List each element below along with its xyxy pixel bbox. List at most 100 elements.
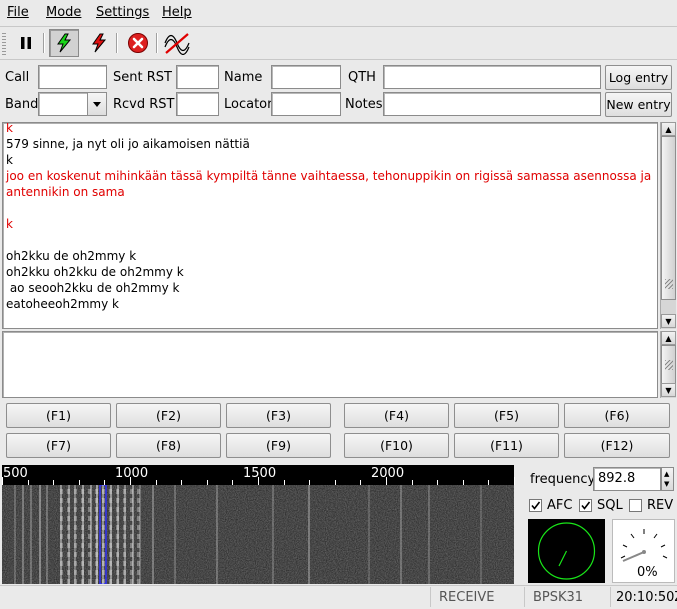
spectrum-button[interactable] <box>162 29 192 57</box>
waterfall-dot <box>81 570 84 575</box>
rx-text-line <box>3 232 655 248</box>
waterfall-dot <box>137 507 140 512</box>
waterfall-trace <box>272 485 274 584</box>
waterfall-dot <box>74 579 77 584</box>
waterfall-dot <box>130 579 133 584</box>
macro-f9-button[interactable]: (F9) <box>226 433 331 458</box>
tx-text-area[interactable] <box>2 331 658 398</box>
menu-file[interactable]: File <box>7 5 29 20</box>
waterfall-trace <box>22 485 24 584</box>
waterfall-trace <box>14 485 16 584</box>
sql-checkbox[interactable] <box>579 499 592 512</box>
macro-f7-button[interactable]: (F7) <box>6 433 111 458</box>
waterfall-trace <box>308 485 310 584</box>
scroll-down-button[interactable]: ▼ <box>661 383 676 397</box>
waterfall-dot <box>123 561 126 566</box>
waterfall-trace <box>216 485 218 584</box>
macro-f6-button[interactable]: (F6) <box>564 403 670 428</box>
waterfall-dot <box>95 498 98 503</box>
waterfall-dot <box>95 543 98 548</box>
macro-f11-button[interactable]: (F11) <box>454 433 559 458</box>
status-divider <box>0 585 677 586</box>
waterfall-dot <box>109 507 112 512</box>
waterfall-dot <box>95 552 98 557</box>
locator-field[interactable] <box>271 92 341 116</box>
menu-help[interactable]: Help <box>162 5 192 20</box>
rcvd-rst-label: Rcvd RST <box>113 97 175 112</box>
tx-scrollbar[interactable]: ▲ ▼ <box>660 331 676 398</box>
waterfall-dot <box>116 534 119 539</box>
waterfall-dot <box>123 534 126 539</box>
rx-text-line: eatoheeoh2mmy k <box>6 297 119 311</box>
waterfall-dot <box>74 570 77 575</box>
frequency-spinbox[interactable]: 892.8 <box>593 467 661 491</box>
macro-f4-button[interactable]: (F4) <box>344 403 449 428</box>
waterfall-dot <box>60 507 63 512</box>
status-mode: BPSK31 <box>524 587 610 607</box>
rcvd-rst-field[interactable] <box>176 92 219 116</box>
macro-f8-button[interactable]: (F8) <box>116 433 221 458</box>
waterfall-dot <box>95 516 98 521</box>
scroll-up-button[interactable]: ▲ <box>661 331 676 345</box>
band-combo[interactable] <box>38 92 88 116</box>
macro-f5-button[interactable]: (F5) <box>454 403 559 428</box>
waterfall-dot <box>67 525 70 530</box>
waterfall-dot <box>67 489 70 494</box>
waterfall-dot <box>130 516 133 521</box>
qth-field[interactable] <box>383 65 601 89</box>
meter-value: 0% <box>637 565 658 580</box>
name-field[interactable] <box>271 65 341 89</box>
waterfall-trace <box>480 485 482 584</box>
scroll-down-button[interactable]: ▼ <box>661 314 676 328</box>
macro-f3-button[interactable]: (F3) <box>226 403 331 428</box>
waterfall-dot <box>116 579 119 584</box>
sent-rst-field[interactable] <box>176 65 219 89</box>
waterfall-dot <box>60 579 63 584</box>
waterfall-ruler[interactable]: 500 1000 1500 2000 <box>2 465 515 485</box>
notes-field[interactable] <box>383 92 601 116</box>
rev-checkbox[interactable] <box>629 499 642 512</box>
waterfall-dot <box>109 561 112 566</box>
call-field[interactable] <box>38 65 107 89</box>
frequency-spin-buttons[interactable]: ▲ ▼ <box>661 467 674 491</box>
waterfall-dot <box>88 543 91 548</box>
waterfall-dot <box>95 570 98 575</box>
macro-f10-button[interactable]: (F10) <box>344 433 449 458</box>
waterfall-dot <box>95 525 98 530</box>
tx-lightning-green-icon <box>57 33 72 53</box>
log-entry-button[interactable]: Log entry <box>605 65 672 90</box>
waterfall-dot <box>74 498 77 503</box>
transmit-button[interactable] <box>84 29 114 57</box>
waterfall-display[interactable] <box>2 485 514 584</box>
scroll-up-button[interactable]: ▲ <box>661 122 676 136</box>
new-entry-button[interactable]: New entry <box>605 92 672 117</box>
pause-button[interactable] <box>11 29 41 57</box>
waterfall-trace <box>428 485 430 584</box>
menu-settings[interactable]: Settings <box>96 5 149 20</box>
spin-up-icon[interactable]: ▲ <box>664 470 669 478</box>
waterfall-dot <box>109 570 112 575</box>
rx-text-area[interactable]: k 579 sinne, ja nyt oli jo aikamoisen nät… <box>2 122 658 329</box>
chevron-down-icon <box>93 102 101 107</box>
waterfall-dot <box>67 498 70 503</box>
receive-button[interactable] <box>49 29 79 57</box>
waterfall-dot <box>116 552 119 557</box>
tx-scroll-thumb[interactable] <box>661 345 676 384</box>
waterfall-dot <box>74 561 77 566</box>
menu-mode[interactable]: Mode <box>46 5 81 20</box>
rx-scrollbar[interactable]: ▲ ▼ <box>660 122 676 329</box>
spin-down-icon[interactable]: ▼ <box>664 480 669 488</box>
waterfall-dot <box>60 552 63 557</box>
toolbar <box>0 27 677 60</box>
macro-f1-button[interactable]: (F1) <box>6 403 111 428</box>
waterfall-dot <box>81 561 84 566</box>
rx-scroll-thumb[interactable] <box>661 136 676 300</box>
ruler-tick <box>130 477 131 485</box>
band-dropdown-button[interactable] <box>87 92 107 116</box>
afc-checkbox[interactable] <box>529 499 542 512</box>
waterfall-dot <box>137 579 140 584</box>
toolbar-grip[interactable] <box>2 33 6 55</box>
abort-button[interactable] <box>123 29 153 57</box>
macro-f12-button[interactable]: (F12) <box>564 433 670 458</box>
macro-f2-button[interactable]: (F2) <box>116 403 221 428</box>
